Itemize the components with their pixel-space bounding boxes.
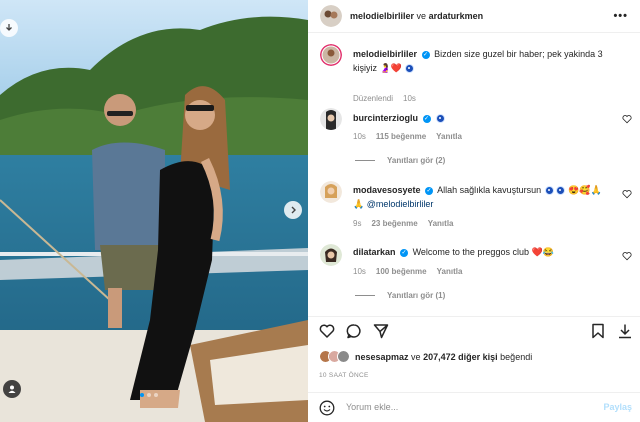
liker-username[interactable]: nesesapmaz <box>355 352 409 362</box>
carousel-dot <box>147 393 151 397</box>
view-replies[interactable]: Yanıtları gör (1) <box>353 291 445 300</box>
share-icon[interactable] <box>373 323 389 339</box>
comment-input[interactable]: Yorum ekle... <box>346 402 546 412</box>
avatar[interactable] <box>320 44 342 66</box>
comment-emoji: 🤰❤️ <box>379 63 402 73</box>
reply-button[interactable]: Yanıtla <box>437 267 463 276</box>
comment-text: Welcome to the preggos club <box>412 247 529 257</box>
comment-body: dilatarkan ✓ Welcome to the preggos club… <box>353 245 615 259</box>
evil-eye-icon <box>555 186 565 196</box>
comment-time: 10s <box>353 267 366 276</box>
comment-emoji: 😍🥰🙏 <box>568 185 602 195</box>
comment-likes[interactable]: 100 beğenme <box>376 267 427 276</box>
comment-username[interactable]: burcinterzioglu <box>353 113 418 123</box>
likes-summary: nesesapmaz ve 207,472 diğer kişi beğendi <box>319 350 532 363</box>
likes-suffix: beğendi <box>500 351 533 362</box>
heart-icon[interactable] <box>622 114 632 124</box>
comment-username[interactable]: dilatarkan <box>353 247 396 257</box>
comment-meta: Düzenlendi 10s <box>353 94 416 103</box>
carousel-dots <box>140 393 158 397</box>
download-icon <box>6 24 12 31</box>
view-replies-label: Yanıtları gör (2) <box>387 156 446 165</box>
action-icons <box>319 323 389 339</box>
more-icon[interactable]: ••• <box>613 10 628 22</box>
add-comment-bar: Yorum ekle... Paylaş <box>308 392 640 422</box>
comment-meta: 10s 100 beğenme Yanıtla <box>353 267 462 276</box>
view-replies[interactable]: Yanıtları gör (2) <box>353 156 445 165</box>
bookmark-icon[interactable] <box>590 323 606 339</box>
evil-eye-icon <box>436 114 446 124</box>
divider <box>355 160 375 161</box>
comment-username[interactable]: melodielbirliler <box>353 49 417 59</box>
comment-meta: 10s 115 beğenme Yanıtla <box>353 132 462 141</box>
verified-icon: ✓ <box>422 114 431 123</box>
comment-text: Allah sağlıkla kavuştursun <box>437 185 542 195</box>
next-arrow-icon <box>291 206 296 214</box>
verified-icon: ✓ <box>400 248 409 257</box>
next-photo-button[interactable] <box>284 201 302 219</box>
carousel-dot <box>154 393 158 397</box>
user-tag-button[interactable] <box>3 380 21 398</box>
user-tag-icon <box>8 385 16 393</box>
comment-time: 10s <box>353 132 366 141</box>
post-actions: nesesapmaz ve 207,472 diğer kişi beğendi… <box>308 316 640 400</box>
comment-emoji: ❤️😂 <box>531 247 554 257</box>
pray-emoji-icon: 🙏 <box>353 199 365 209</box>
post-comment-button[interactable]: Paylaş <box>603 402 632 412</box>
avatar[interactable] <box>320 181 342 203</box>
likes-text: nesesapmaz ve 207,472 diğer kişi beğendi <box>355 352 532 362</box>
evil-eye-icon <box>405 64 415 74</box>
comment-mention[interactable]: @melodielbirliler <box>367 199 434 209</box>
caption-text: melodielbirliler ✓ Bizden size guzel bir… <box>353 47 615 75</box>
download-icon[interactable] <box>617 323 633 339</box>
likes-connector: ve <box>411 351 421 362</box>
comments-list: melodielbirliler ✓ Bizden size guzel bir… <box>308 34 640 316</box>
heart-icon[interactable] <box>622 189 632 199</box>
post-photo[interactable] <box>0 0 308 422</box>
avatar[interactable] <box>320 108 342 130</box>
comment-likes[interactable]: 23 beğenme <box>371 219 417 228</box>
likes-others[interactable]: diğer kişi <box>458 352 498 362</box>
verified-icon: ✓ <box>421 50 430 59</box>
heart-icon[interactable] <box>319 323 335 339</box>
comment-body: burcinterzioglu ✓ <box>353 111 615 125</box>
coauthor-username[interactable]: ardaturkmen <box>429 11 484 21</box>
reply-button[interactable]: Yanıtla <box>428 219 454 228</box>
post-header: melodielbirliler ve ardaturkmen ••• <box>308 0 640 33</box>
avatar[interactable] <box>320 244 342 266</box>
comment-username[interactable]: modavesosyete <box>353 185 421 195</box>
comment-time: 9s <box>353 219 362 228</box>
download-button[interactable] <box>0 19 18 37</box>
verified-icon: ✓ <box>425 186 434 195</box>
comment-meta: 9s 23 beğenme Yanıtla <box>353 219 454 228</box>
divider <box>355 295 375 296</box>
post-authors: melodielbirliler ve ardaturkmen <box>350 11 483 21</box>
comment-icon[interactable] <box>346 323 362 339</box>
author-connector: ve <box>416 11 427 21</box>
evil-eye-icon <box>544 186 554 196</box>
post-details-panel: melodielbirliler ve ardaturkmen ••• melo… <box>308 0 640 422</box>
carousel-dot <box>140 393 144 397</box>
comment-body: modavesosyete ✓ Allah sağlıkla kavuşturs… <box>353 183 615 211</box>
comment-time: 10s <box>403 94 416 103</box>
emoji-icon[interactable] <box>319 400 335 416</box>
reply-button[interactable]: Yanıtla <box>436 132 462 141</box>
author-username[interactable]: melodielbirliler <box>350 11 414 21</box>
view-replies-label: Yanıtları gör (1) <box>387 291 446 300</box>
avatar[interactable] <box>337 350 350 363</box>
yacht-couple-photo <box>0 0 308 422</box>
post-timestamp[interactable]: 10 SAAT ÖNCE <box>319 372 369 379</box>
avatar[interactable] <box>320 5 342 27</box>
edited-label: Düzenlendi <box>353 94 394 103</box>
comment-likes[interactable]: 115 beğenme <box>376 132 426 141</box>
heart-icon[interactable] <box>622 251 632 261</box>
likes-count[interactable]: 207,472 <box>423 352 456 362</box>
